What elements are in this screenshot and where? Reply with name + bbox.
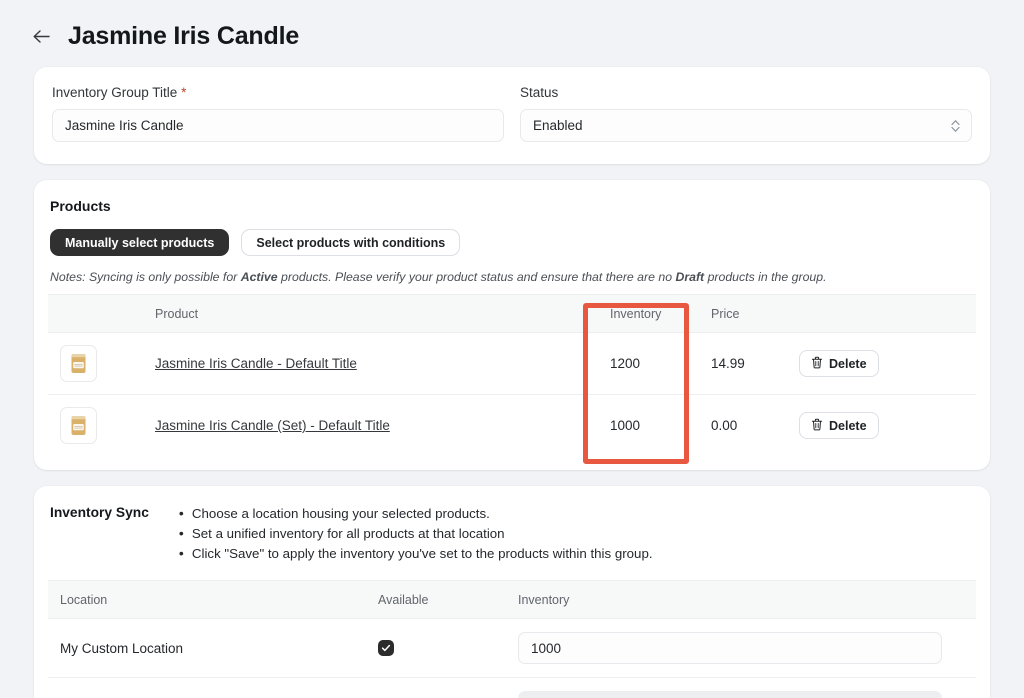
product-inventory-cell: 1000 <box>610 395 711 457</box>
products-table-header: Product Inventory Price <box>48 295 976 333</box>
products-col-price: Price <box>711 295 799 333</box>
checkmark-icon <box>381 641 391 656</box>
location-name-cell: My Custom Location <box>48 619 378 678</box>
inventory-group-title-field: Inventory Group Title * <box>52 85 504 142</box>
product-inventory-cell: 1200 <box>610 333 711 395</box>
product-price-cell: 0.00 <box>711 395 799 457</box>
candle-jar-image <box>60 407 97 444</box>
available-checkbox[interactable] <box>378 640 394 656</box>
product-actions-cell: Delete <box>799 333 976 395</box>
status-select[interactable] <box>520 109 972 142</box>
list-item: Click "Save" to apply the inventory you'… <box>177 544 653 564</box>
location-inventory-cell <box>518 619 976 678</box>
product-actions-cell: Delete <box>799 395 976 457</box>
locations-table: Location Available Inventory My Custom L… <box>48 580 976 698</box>
location-inventory-input[interactable] <box>518 632 942 664</box>
notes-bold-active: Active <box>241 270 278 284</box>
required-marker: * <box>181 85 186 100</box>
arrow-left-icon[interactable] <box>30 26 52 48</box>
inventory-group-form-card: Inventory Group Title * Status <box>34 67 990 164</box>
notes-prefix: Notes: Syncing is only possible for <box>50 270 241 284</box>
inventory-group-title-label-text: Inventory Group Title <box>52 85 177 100</box>
products-section-title: Products <box>50 198 976 214</box>
table-row: Jasmine Iris Candle (Set) - Default Titl… <box>48 395 976 457</box>
products-col-product: Product <box>155 295 610 333</box>
delete-button-label: Delete <box>829 357 867 371</box>
product-price-cell: 14.99 <box>711 333 799 395</box>
products-col-thumbnail <box>48 295 155 333</box>
inventory-sync-header: Inventory Sync Choose a location housing… <box>48 504 976 580</box>
product-name-cell: Jasmine Iris Candle - Default Title <box>155 333 610 395</box>
trash-icon <box>811 356 823 372</box>
tab-select-products-with-conditions[interactable]: Select products with conditions <box>241 229 460 256</box>
location-inventory-cell <box>518 678 976 698</box>
products-notes: Notes: Syncing is only possible for Acti… <box>50 270 976 284</box>
location-inventory-input <box>518 691 942 698</box>
notes-middle: products. Please verify your product sta… <box>278 270 676 284</box>
page-title: Jasmine Iris Candle <box>68 22 299 51</box>
page-header: Jasmine Iris Candle <box>0 0 1024 67</box>
locations-col-location: Location <box>48 581 378 619</box>
product-link[interactable]: Jasmine Iris Candle (Set) - Default Titl… <box>155 418 390 433</box>
locations-col-available: Available <box>378 581 518 619</box>
notes-bold-draft: Draft <box>675 270 704 284</box>
table-row: Shop location <box>48 678 976 698</box>
trash-icon <box>811 418 823 434</box>
table-row: Jasmine Iris Candle - Default Title 1200… <box>48 333 976 395</box>
inventory-sync-instructions: Choose a location housing your selected … <box>177 504 653 564</box>
product-thumbnail-cell <box>48 333 155 395</box>
status-select-wrapper <box>520 109 972 142</box>
status-label: Status <box>520 85 972 100</box>
locations-table-body: My Custom Location Shop location <box>48 619 976 698</box>
candle-jar-image <box>60 345 97 382</box>
products-header-row: Product Inventory Price <box>48 295 976 333</box>
product-name-cell: Jasmine Iris Candle (Set) - Default Titl… <box>155 395 610 457</box>
products-card: Products Manually select products Select… <box>34 180 990 470</box>
inventory-sync-card: Inventory Sync Choose a location housing… <box>34 486 990 698</box>
product-selection-mode-tabs: Manually select products Select products… <box>50 229 976 256</box>
delete-button-label: Delete <box>829 419 867 433</box>
products-table-body: Jasmine Iris Candle - Default Title 1200… <box>48 333 976 457</box>
list-item: Choose a location housing your selected … <box>177 504 653 524</box>
location-available-cell <box>378 678 518 698</box>
tab-manually-select-products[interactable]: Manually select products <box>50 229 229 256</box>
inventory-sync-title: Inventory Sync <box>50 504 149 564</box>
delete-button[interactable]: Delete <box>799 350 879 377</box>
inventory-group-title-label: Inventory Group Title * <box>52 85 504 100</box>
locations-header-row: Location Available Inventory <box>48 581 976 619</box>
location-name-cell: Shop location <box>48 678 378 698</box>
delete-button[interactable]: Delete <box>799 412 879 439</box>
locations-col-inventory: Inventory <box>518 581 976 619</box>
location-available-cell <box>378 619 518 678</box>
products-col-actions <box>799 295 976 333</box>
locations-table-header: Location Available Inventory <box>48 581 976 619</box>
products-col-inventory: Inventory <box>610 295 711 333</box>
product-thumbnail-cell <box>48 395 155 457</box>
product-link[interactable]: Jasmine Iris Candle - Default Title <box>155 356 357 371</box>
list-item: Set a unified inventory for all products… <box>177 524 653 544</box>
table-row: My Custom Location <box>48 619 976 678</box>
notes-suffix: products in the group. <box>704 270 826 284</box>
products-table: Product Inventory Price <box>48 294 976 456</box>
inventory-group-title-input[interactable] <box>52 109 504 142</box>
status-field: Status <box>520 85 972 142</box>
